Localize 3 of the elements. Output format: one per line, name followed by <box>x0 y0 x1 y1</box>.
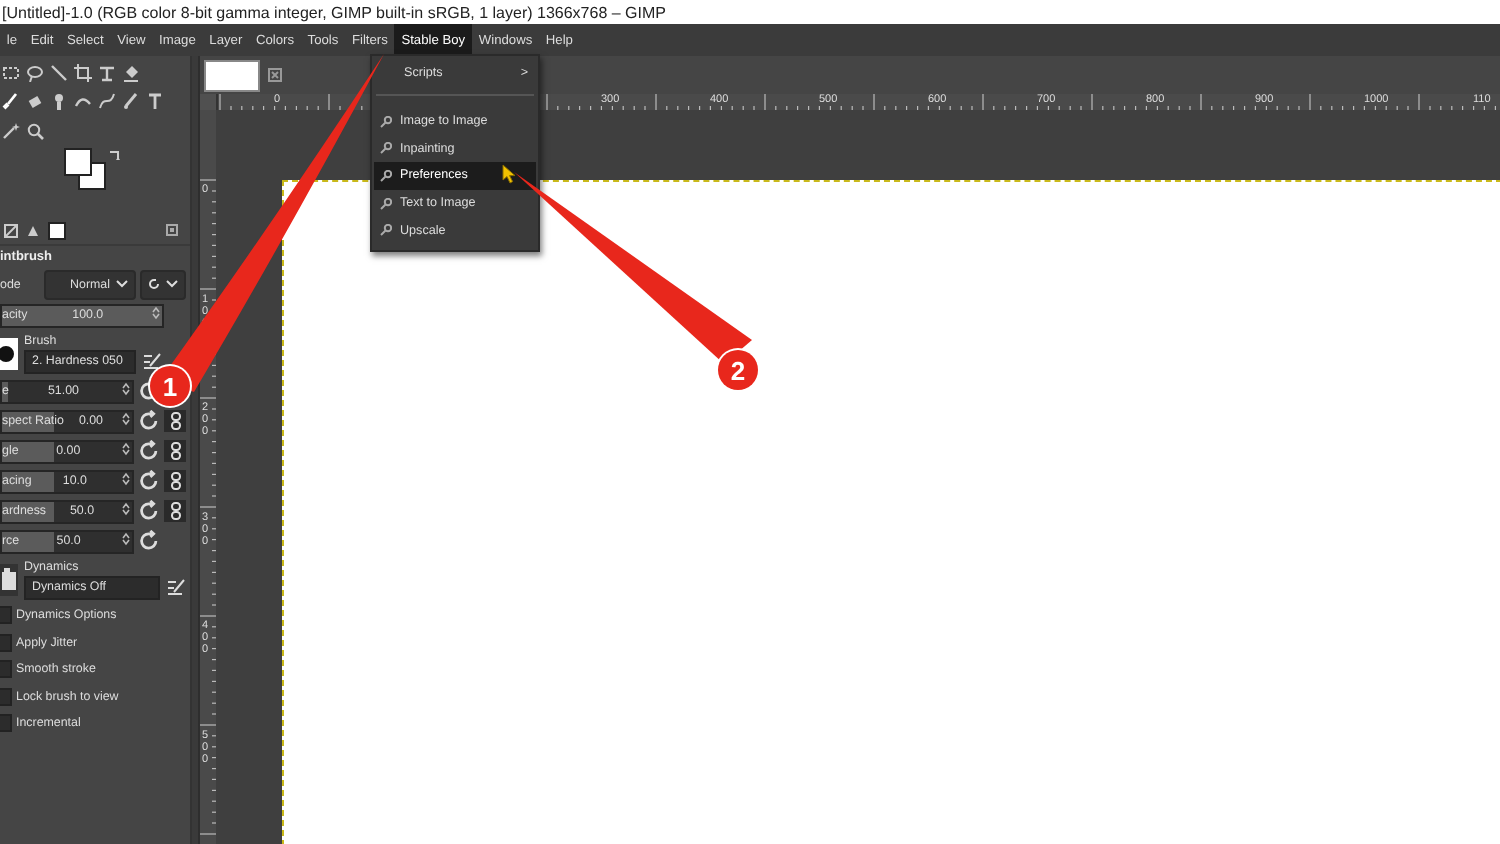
window-title: [Untitled]-1.0 (RGB color 8-bit gamma integer, GIMP built-in sRGB, 1 layer) 1366x768 – GIMP <box>2 3 666 21</box>
step-number-badge: 1 <box>150 366 190 406</box>
step-number-badge: 2 <box>718 350 758 390</box>
